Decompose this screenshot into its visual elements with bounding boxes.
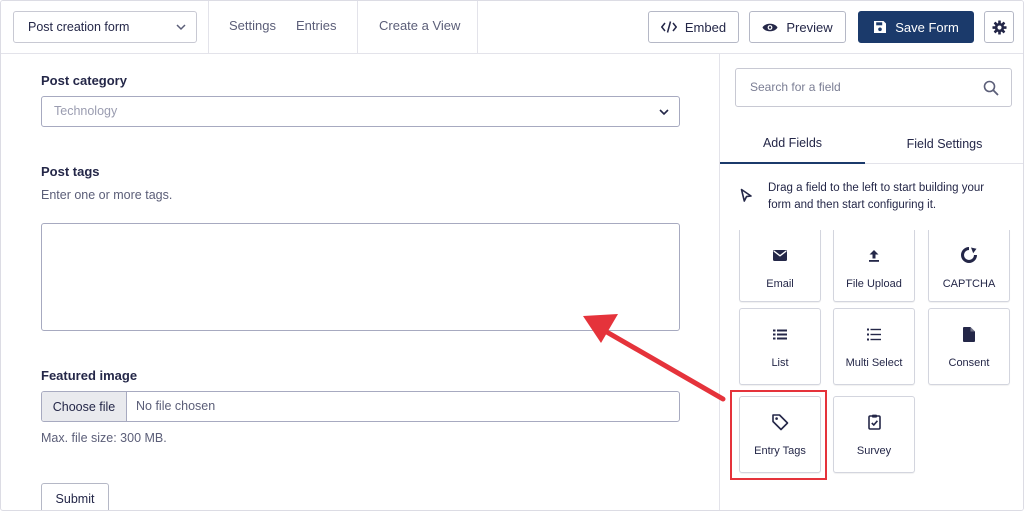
app-window: Post creation form Settings Entries Crea… [0, 0, 1024, 511]
annotation-arrow [583, 314, 726, 402]
